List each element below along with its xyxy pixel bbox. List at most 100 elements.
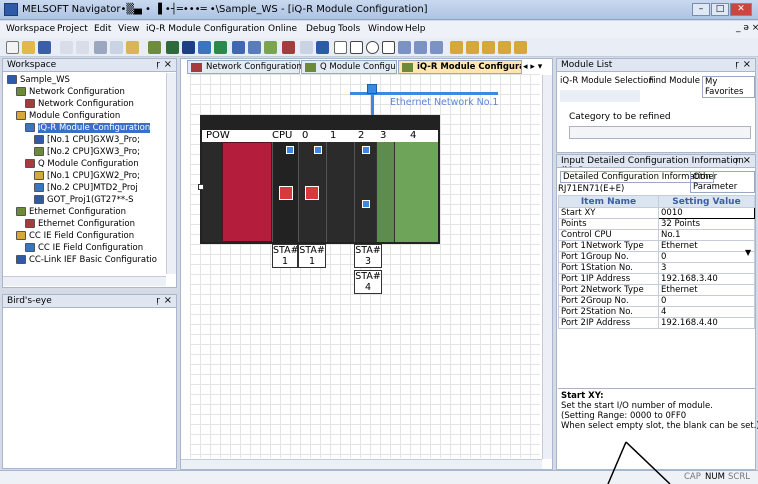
tree-item[interactable]: [No.1 CPU]GXW3_Pro;: [34, 135, 140, 146]
ethernet-module-slot-2[interactable]: [354, 142, 376, 242]
canvas-hscrollbar[interactable]: [181, 459, 542, 469]
menu-workspace[interactable]: Workspace: [6, 24, 55, 34]
setting-value-cell[interactable]: Ethernet: [658, 240, 755, 252]
tab-my-favorites[interactable]: My Favorites: [702, 76, 755, 98]
align-icon[interactable]: [398, 41, 411, 54]
module-list-toolbar[interactable]: [560, 90, 640, 102]
table-row[interactable]: Port 1IP Address 192.168.3.40: [558, 273, 755, 285]
menu-iqr-module-configuration[interactable]: iQ-R Module Configuration: [146, 24, 265, 34]
menu-edit[interactable]: Edit: [94, 24, 111, 34]
pin-icon[interactable]: ṛ: [156, 60, 160, 70]
tree-item[interactable]: CC IE Field Configuration: [25, 243, 143, 254]
module-config-icon[interactable]: [148, 41, 161, 54]
table-row[interactable]: Port 1Network Type Ethernet: [558, 240, 755, 252]
setting-value-cell[interactable]: 0: [658, 251, 755, 263]
tab-network-configuration[interactable]: Network Configuration: [187, 60, 302, 74]
network-connector[interactable]: [367, 84, 377, 94]
properties-icon[interactable]: [316, 41, 329, 54]
port-icon-4[interactable]: [362, 200, 370, 208]
table-row[interactable]: Start XY 0010: [558, 207, 755, 219]
menu-window[interactable]: Window: [368, 24, 404, 34]
close-button[interactable]: ✕: [730, 3, 752, 16]
tree-item[interactable]: Network Configuration: [25, 99, 134, 110]
pin-icon[interactable]: ṛ: [156, 296, 160, 306]
table-row[interactable]: Port 1Group No. 0: [558, 251, 755, 263]
menu-debug[interactable]: Debug: [306, 24, 336, 34]
module-slot-1[interactable]: [326, 142, 354, 242]
ellipse-tool-icon[interactable]: [366, 41, 379, 54]
tree-item[interactable]: Module Configuration: [16, 111, 120, 122]
tab-other-parameter[interactable]: Other Parameter: [690, 171, 755, 193]
close-icon[interactable]: ×: [743, 155, 751, 166]
layout-icon-4[interactable]: [498, 41, 511, 54]
tree-item[interactable]: Network Configuration: [16, 87, 125, 98]
setting-value-cell[interactable]: 0010: [658, 207, 755, 219]
menu-help[interactable]: Help: [405, 24, 426, 34]
table-row[interactable]: Port 2Group No. 0: [558, 295, 755, 307]
tree-item[interactable]: [No.2 CPU]GXW3_Pro;: [34, 147, 140, 158]
network-icon[interactable]: [166, 41, 179, 54]
table-row[interactable]: Port 1Station No. 3: [558, 262, 755, 274]
menu-view[interactable]: View: [118, 24, 139, 34]
cut-icon[interactable]: [94, 41, 107, 54]
write-icon[interactable]: [282, 41, 295, 54]
table-row[interactable]: Port 2IP Address 192.168.4.40: [558, 317, 755, 329]
tree-item[interactable]: iQ-R Module Configuration: [25, 123, 151, 134]
menu-project[interactable]: Project: [57, 24, 88, 34]
setting-value-cell[interactable]: Ethernet: [658, 284, 755, 296]
undo-icon[interactable]: [60, 41, 73, 54]
setting-value-cell[interactable]: 4: [658, 306, 755, 318]
list-icon[interactable]: [232, 41, 245, 54]
tree-item[interactable]: GOT_Proj1(GT27**-S: [34, 195, 134, 206]
setting-value-cell[interactable]: 3: [658, 262, 755, 274]
arrange-icon[interactable]: [430, 41, 443, 54]
table-row[interactable]: Points 32 Points: [558, 218, 755, 230]
redo-icon[interactable]: [76, 41, 89, 54]
module-slot-4[interactable]: [394, 142, 438, 242]
tab-q-module-configuration[interactable]: Q Module Configuration: [301, 60, 397, 74]
tree-item[interactable]: CC IE Field Configuration: [16, 231, 134, 242]
workspace-hscrollbar[interactable]: [3, 276, 166, 286]
copy-icon[interactable]: [110, 41, 123, 54]
layout-icon-2[interactable]: [466, 41, 479, 54]
tree-item[interactable]: Ethernet Configuration: [25, 219, 135, 230]
port-icon-1[interactable]: [286, 146, 294, 154]
pin-icon[interactable]: ṛ: [735, 156, 739, 166]
paste-icon[interactable]: [126, 41, 139, 54]
menu-online[interactable]: Online: [268, 24, 297, 34]
maximize-button[interactable]: □: [711, 3, 729, 16]
tree-item[interactable]: [No.1 CPU]GXW2_Pro;: [34, 171, 140, 182]
grid-icon[interactable]: [248, 41, 261, 54]
port-icon-3[interactable]: [362, 146, 370, 154]
open-icon[interactable]: [22, 41, 35, 54]
tab-iqr-module-configuration[interactable]: iQ-R Module Configuratic: [398, 60, 522, 74]
setting-value-cell[interactable]: 192.168.4.40: [658, 317, 755, 329]
check-icon[interactable]: [214, 41, 227, 54]
power-supply-module[interactable]: [222, 142, 272, 242]
setting-value-cell[interactable]: 192.168.3.40: [658, 273, 755, 285]
configuration-canvas[interactable]: Ethernet Network No.1 POW CPU 0 1 2 3 4 …: [190, 74, 540, 458]
tree-item[interactable]: [No.2 CPU]MTD2_Proj: [34, 183, 138, 194]
workspace-vscrollbar[interactable]: [166, 73, 176, 274]
setting-value-cell[interactable]: No.1: [658, 229, 755, 241]
monitor-icon[interactable]: [182, 41, 195, 54]
canvas-vscrollbar[interactable]: [542, 75, 552, 459]
tab-navigation[interactable]: ◂ ▸ ▾: [523, 62, 542, 72]
close-icon[interactable]: ×: [164, 295, 172, 306]
close-icon[interactable]: ×: [743, 59, 751, 70]
tree-item[interactable]: Q Module Configuration: [25, 159, 139, 170]
pin-icon[interactable]: ṛ: [735, 60, 739, 70]
document-window-controls[interactable]: _ ə ×: [736, 23, 758, 33]
table-row[interactable]: Control CPU No.1: [558, 229, 755, 241]
layout-icon-1[interactable]: [450, 41, 463, 54]
menu-tools[interactable]: Tools: [338, 24, 360, 34]
table-row[interactable]: Port 2Network Type Ethernet: [558, 284, 755, 296]
control-cpu-dropdown-icon[interactable]: ▼: [745, 248, 751, 257]
tree-item[interactable]: CC-Link IEF Basic Configuratio: [16, 255, 157, 266]
setting-value-cell[interactable]: 32 Points: [658, 218, 755, 230]
port-icon-2[interactable]: [314, 146, 322, 154]
module-slot-3[interactable]: [376, 142, 394, 242]
pow-module[interactable]: [202, 142, 222, 242]
layout-icon-5[interactable]: [514, 41, 527, 54]
table-row[interactable]: Port 2Station No. 4: [558, 306, 755, 318]
